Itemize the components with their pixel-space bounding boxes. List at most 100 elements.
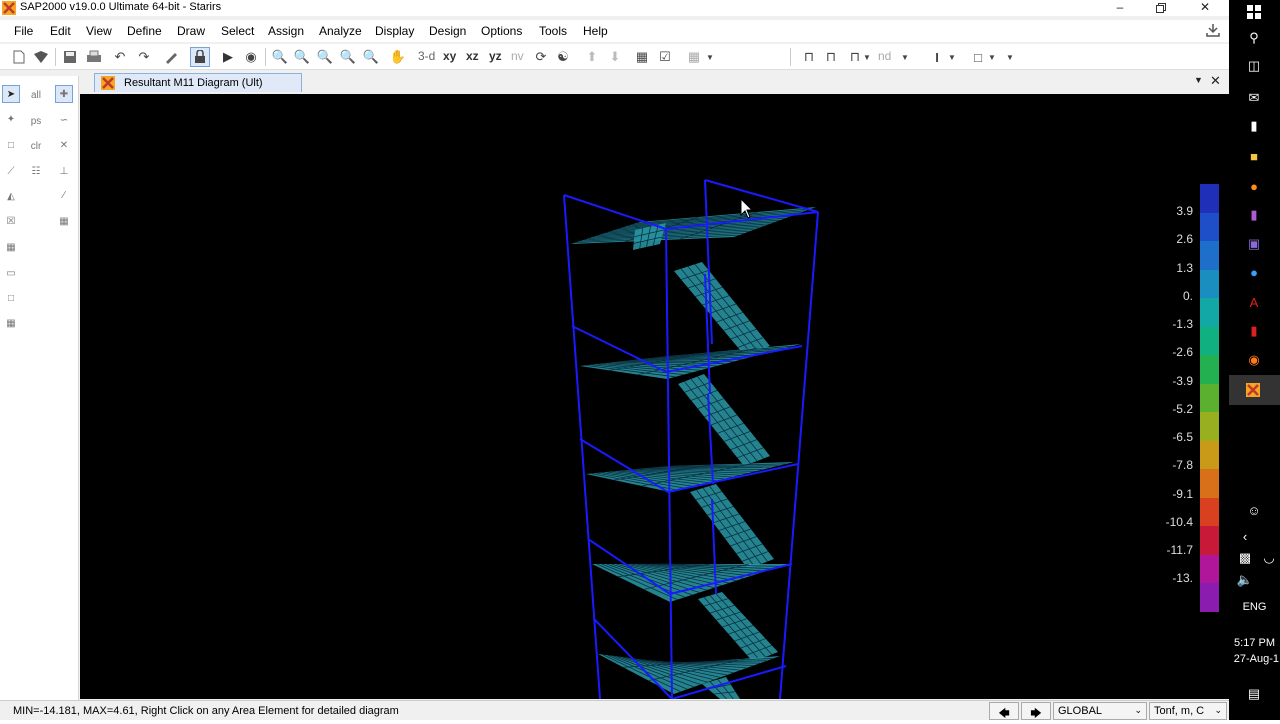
device-app[interactable]: ▮: [1244, 116, 1264, 136]
run-analysis-button[interactable]: ▶: [218, 47, 238, 67]
zoom-out-button[interactable]: 🔍: [361, 47, 381, 67]
zoom-full-button[interactable]: 🔍: [315, 47, 335, 67]
restore-button[interactable]: [1141, 0, 1181, 16]
battery-indicator[interactable]: ▩: [1235, 548, 1255, 568]
intersect-tool[interactable]: ✕: [55, 136, 73, 154]
zoom-window-button[interactable]: 🔍: [270, 47, 290, 67]
draw-dropdown[interactable]: ▼: [862, 47, 872, 67]
section-dropdown[interactable]: ▼: [947, 47, 957, 67]
tab-resultant-m11[interactable]: Resultant M11 Diagram (Ult): [94, 73, 302, 92]
tab-list-dropdown[interactable]: ▼: [1194, 75, 1203, 85]
action-center-button[interactable]: ▤: [1244, 684, 1264, 704]
grid-snap-tool[interactable]: ▦: [55, 212, 73, 230]
task-view-button[interactable]: ◫: [1244, 56, 1264, 76]
menu-assign[interactable]: Assign: [268, 24, 304, 38]
object-shrink-button[interactable]: ▦: [632, 47, 652, 67]
skype-app[interactable]: ●: [1244, 262, 1264, 282]
draw-section-cut-button[interactable]: I: [927, 47, 947, 67]
toolbar-overflow[interactable]: ▼: [1005, 47, 1015, 67]
media-app[interactable]: ▣: [1244, 234, 1264, 254]
lock-button[interactable]: [190, 47, 210, 67]
rotate-button[interactable]: ⟳: [531, 47, 551, 67]
coordinate-system-select[interactable]: GLOBAL ⌄: [1053, 702, 1147, 720]
draw-line-tool[interactable]: ⟋: [2, 162, 20, 180]
new-model-button[interactable]: [9, 47, 29, 67]
area-dropdown[interactable]: ▼: [987, 47, 997, 67]
acrobat-app[interactable]: A: [1244, 292, 1264, 312]
view-xy-button[interactable]: xy: [443, 49, 456, 63]
onenote-app[interactable]: ▮: [1244, 205, 1264, 225]
clear-select-tool[interactable]: clr: [27, 137, 45, 155]
wifi-indicator[interactable]: ◡: [1260, 548, 1278, 568]
draw-mesh-tool[interactable]: ▦: [2, 314, 20, 332]
perspective-button[interactable]: ☯: [553, 47, 573, 67]
file-explorer-app[interactable]: ■: [1244, 146, 1264, 166]
draw-area-button[interactable]: □: [968, 47, 988, 67]
app-orange[interactable]: ◉: [1244, 350, 1264, 370]
draw-brace-tool[interactable]: ◭: [2, 187, 20, 205]
zoom-in-button[interactable]: 🔍: [338, 47, 358, 67]
next-button[interactable]: 🡆: [1021, 702, 1051, 720]
people-button[interactable]: ☺: [1244, 500, 1264, 520]
pointer-tool[interactable]: ➤: [2, 85, 20, 103]
refresh-button[interactable]: [161, 47, 181, 67]
model-view-canvas[interactable]: 3.92.61.30.-1.3-2.6-3.9-5.2-6.5-7.8-9.1-…: [80, 94, 1229, 699]
menu-help[interactable]: Help: [583, 24, 608, 38]
close-button[interactable]: ✕: [1185, 0, 1225, 16]
draw-point-tool[interactable]: □: [2, 136, 20, 154]
download-icon[interactable]: [1206, 23, 1220, 37]
move-down-button[interactable]: ⬇: [605, 47, 625, 67]
menu-analyze[interactable]: Analyze: [319, 24, 362, 38]
input-language[interactable]: ENG: [1229, 601, 1280, 613]
run-step-button[interactable]: ◉: [241, 47, 261, 67]
firefox-app[interactable]: ●: [1244, 176, 1264, 196]
select-all-tool[interactable]: all: [27, 86, 45, 104]
reshape-tool[interactable]: ✦: [2, 110, 20, 128]
menu-view[interactable]: View: [86, 24, 112, 38]
sap2000-taskbar-item[interactable]: [1229, 375, 1280, 405]
print-button[interactable]: [84, 47, 104, 67]
show-hidden-icons-button[interactable]: ‹: [1235, 526, 1255, 546]
menu-design[interactable]: Design: [429, 24, 466, 38]
menu-edit[interactable]: Edit: [50, 24, 71, 38]
start-button[interactable]: [1244, 2, 1264, 22]
previous-select-tool[interactable]: ps: [27, 112, 45, 130]
draw-cross-tool[interactable]: ☒: [2, 212, 20, 230]
menu-define[interactable]: Define: [127, 24, 162, 38]
view-nv-button[interactable]: nv: [511, 49, 524, 63]
undo-button[interactable]: ↶: [110, 47, 130, 67]
menu-options[interactable]: Options: [481, 24, 522, 38]
view-yz-button[interactable]: yz: [489, 49, 502, 63]
volume-button[interactable]: 🔈: [1235, 570, 1255, 590]
menu-display[interactable]: Display: [375, 24, 414, 38]
units-select[interactable]: Tonf, m, C ⌄: [1149, 702, 1227, 720]
open-button[interactable]: [31, 47, 51, 67]
view-3d-button[interactable]: 3-d: [418, 49, 435, 63]
draw-frame-button[interactable]: ⊓: [799, 47, 819, 67]
redo-button[interactable]: ↷: [134, 47, 154, 67]
nd-dropdown[interactable]: ▼: [900, 47, 910, 67]
draw-quad-tool[interactable]: ▦: [2, 238, 20, 256]
perpendicular-tool[interactable]: ⊥: [55, 162, 73, 180]
draw-poly-tool[interactable]: ▭: [2, 264, 20, 282]
display-options-dropdown[interactable]: ▼: [704, 47, 716, 67]
mail-app[interactable]: ✉: [1244, 88, 1264, 108]
move-up-button[interactable]: ⬆: [582, 47, 602, 67]
menu-tools[interactable]: Tools: [539, 24, 567, 38]
clock-date[interactable]: 27-Aug-1: [1229, 653, 1280, 665]
restore-view-button[interactable]: 🔍: [292, 47, 312, 67]
check-button[interactable]: ☑: [655, 47, 675, 67]
autocad-app[interactable]: ▮: [1244, 321, 1264, 341]
previous-button[interactable]: 🡄: [989, 702, 1019, 720]
extend-tool[interactable]: ∕: [55, 186, 73, 204]
menu-file[interactable]: File: [14, 24, 33, 38]
intersect-line-tool[interactable]: ☷: [27, 162, 45, 180]
menu-draw[interactable]: Draw: [177, 24, 205, 38]
minimize-button[interactable]: –: [1100, 0, 1140, 16]
clock-time[interactable]: 5:17 PM: [1229, 637, 1280, 649]
draw-rect-tool[interactable]: □: [2, 289, 20, 307]
draw-frame-multi-button[interactable]: ⊓: [821, 47, 841, 67]
nd-button[interactable]: nd: [878, 49, 891, 63]
pan-button[interactable]: ✋: [388, 47, 408, 67]
view-xz-button[interactable]: xz: [466, 49, 479, 63]
